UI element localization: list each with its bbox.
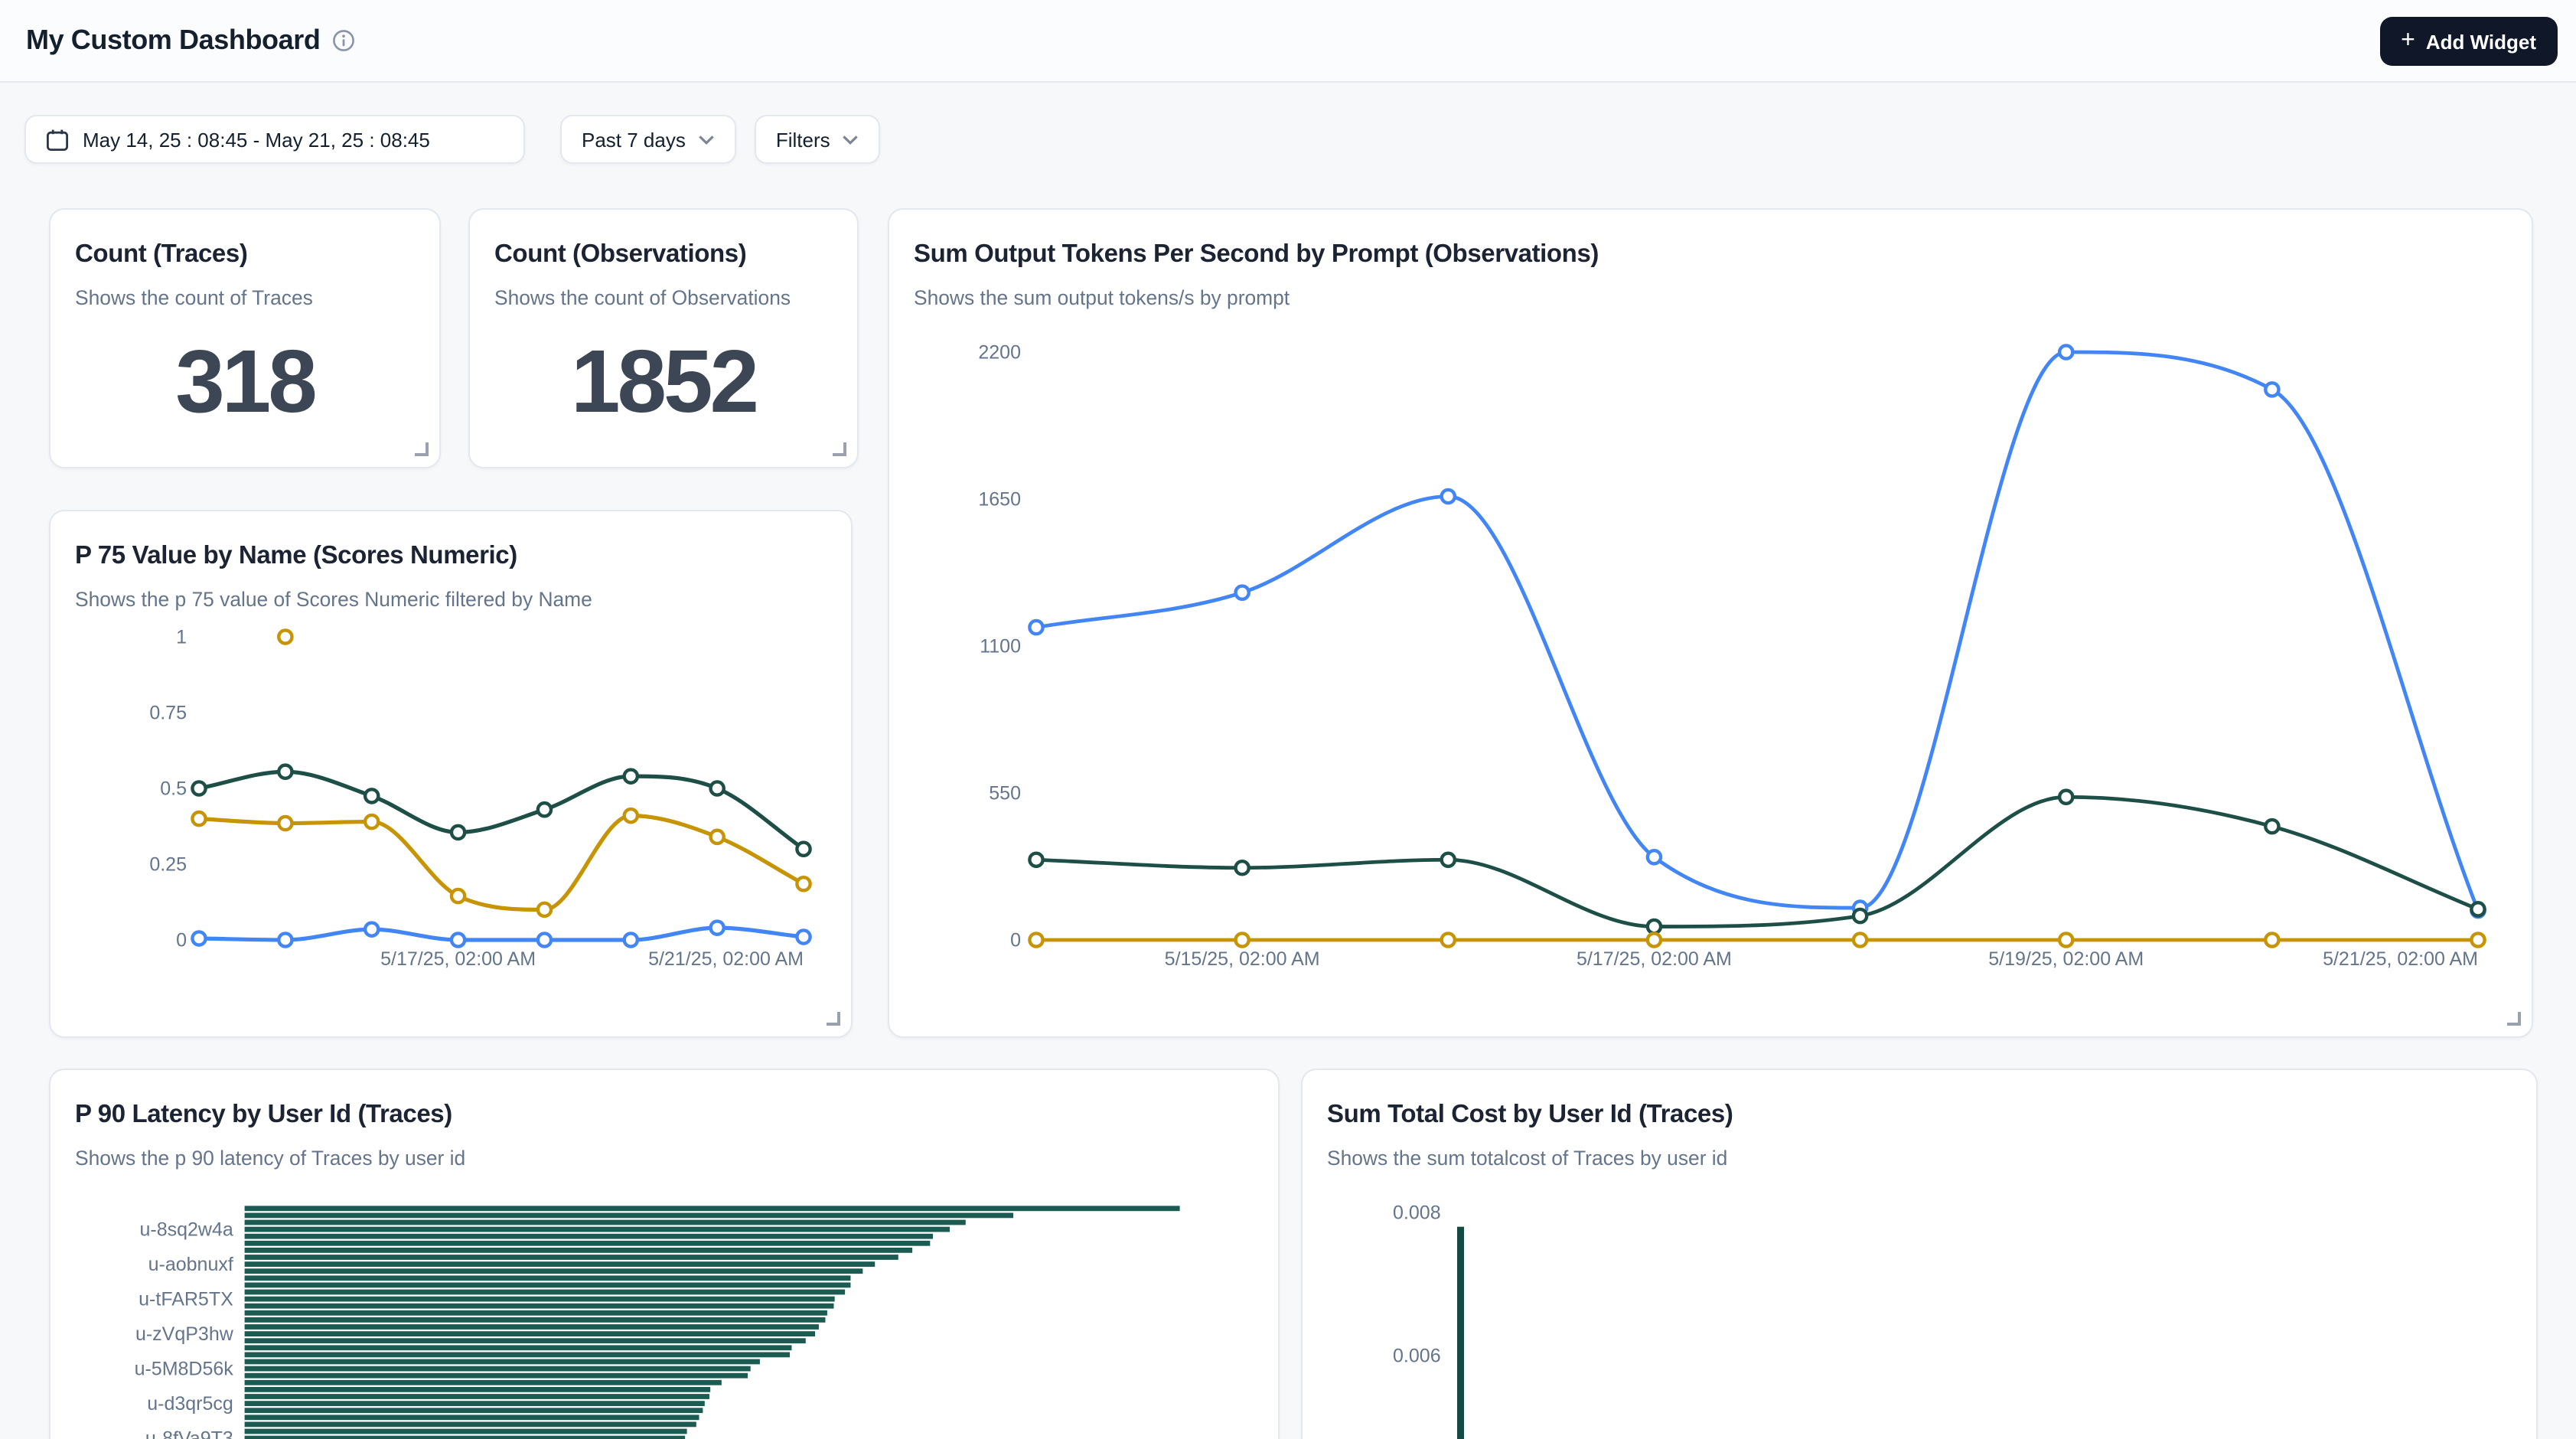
widget-subtitle: Shows the count of Traces — [75, 286, 415, 309]
page-header: My Custom Dashboard + Add Widget — [0, 0, 2576, 83]
add-widget-label: Add Widget — [2426, 30, 2536, 53]
filters-label: Filters — [776, 128, 830, 151]
time-preset-value: Past 7 days — [582, 128, 686, 151]
svg-text:u-5M8D56k: u-5M8D56k — [135, 1359, 234, 1380]
widget-count-observations: Count (Observations) Shows the count of … — [468, 208, 859, 468]
date-range-picker[interactable]: May 14, 25 : 08:45 - May 21, 25 : 08:45 — [24, 115, 525, 164]
chevron-down-icon — [698, 134, 715, 145]
dashboard-page: My Custom Dashboard + Add Widget May 14, — [0, 0, 2576, 1439]
count-observations-value: 1852 — [470, 338, 857, 427]
svg-text:2200: 2200 — [978, 342, 1021, 364]
p90-bar-chart[interactable]: u-8sq2w4a u-aobnuxf u-tFAR5TX u-zVqP3hw u-5M… — [51, 1202, 1280, 1439]
svg-text:5/15/25, 02:00 AM: 5/15/25, 02:00 AM — [1165, 948, 1320, 970]
widget-title: P 90 Latency by User Id (Traces) — [75, 1101, 1254, 1130]
widget-title: Sum Output Tokens Per Second by Prompt (… — [914, 240, 2507, 269]
cost-bar-chart[interactable]: 0.008 0.006 — [1303, 1193, 2538, 1439]
page-title: My Custom Dashboard — [26, 24, 320, 57]
resize-handle-icon[interactable] — [2507, 1012, 2521, 1026]
svg-text:u-zVqP3hw: u-zVqP3hw — [135, 1323, 234, 1345]
widget-title: Count (Traces) — [75, 240, 415, 269]
resize-handle-icon[interactable] — [833, 442, 846, 456]
svg-text:5/21/25, 02:00 AM: 5/21/25, 02:00 AM — [648, 948, 804, 970]
widget-title: Sum Total Cost by User Id (Traces) — [1327, 1101, 2512, 1130]
svg-text:0.5: 0.5 — [160, 778, 187, 800]
filters-dropdown[interactable]: Filters — [755, 115, 881, 164]
svg-text:u-8fVa9T3: u-8fVa9T3 — [145, 1428, 233, 1439]
svg-text:1650: 1650 — [978, 489, 1021, 511]
calendar-icon — [46, 128, 69, 151]
svg-text:0.75: 0.75 — [149, 703, 187, 724]
widget-subtitle: Shows the p 90 latency of Traces by user… — [75, 1147, 1254, 1170]
svg-text:u-d3qr5cg: u-d3qr5cg — [147, 1393, 233, 1415]
chevron-down-icon — [843, 134, 859, 145]
svg-text:5/17/25, 02:00 AM: 5/17/25, 02:00 AM — [380, 948, 536, 970]
plus-icon: + — [2401, 29, 2415, 54]
add-widget-button[interactable]: + Add Widget — [2379, 17, 2558, 66]
svg-text:u-tFAR5TX: u-tFAR5TX — [139, 1289, 233, 1310]
widget-total-cost: Sum Total Cost by User Id (Traces) Shows… — [1301, 1069, 2538, 1439]
widget-p75-scores: P 75 Value by Name (Scores Numeric) Show… — [49, 510, 853, 1038]
svg-text:u-8sq2w4a: u-8sq2w4a — [139, 1219, 233, 1241]
time-preset-dropdown[interactable]: Past 7 days — [560, 115, 736, 164]
svg-text:1100: 1100 — [980, 636, 1021, 658]
widget-count-traces: Count (Traces) Shows the count of Traces… — [49, 208, 441, 468]
info-icon[interactable] — [332, 29, 355, 52]
tokens-line-chart[interactable]: 0 550 1100 1650 2200 5/15/25, 02:00 AM 5/17/25… — [889, 302, 2533, 1021]
resize-handle-icon[interactable] — [827, 1012, 840, 1026]
count-traces-value: 318 — [51, 338, 439, 427]
svg-text:0: 0 — [1010, 930, 1021, 951]
svg-text:0.25: 0.25 — [149, 854, 187, 876]
widget-subtitle: Shows the count of Observations — [494, 286, 833, 309]
widget-title: Count (Observations) — [494, 240, 833, 269]
svg-text:u-aobnuxf: u-aobnuxf — [148, 1254, 233, 1275]
widget-title: P 75 Value by Name (Scores Numeric) — [75, 542, 827, 571]
widget-tokens-per-second: Sum Output Tokens Per Second by Prompt (… — [888, 208, 2533, 1038]
svg-text:0: 0 — [176, 930, 187, 951]
svg-text:550: 550 — [989, 783, 1021, 804]
svg-text:0.008: 0.008 — [1393, 1202, 1441, 1224]
svg-text:5/17/25, 02:00 AM: 5/17/25, 02:00 AM — [1577, 948, 1732, 970]
widget-subtitle: Shows the sum totalcost of Traces by use… — [1327, 1147, 2512, 1170]
svg-text:1: 1 — [176, 627, 187, 648]
resize-handle-icon[interactable] — [415, 442, 429, 456]
svg-text:5/21/25, 02:00 AM: 5/21/25, 02:00 AM — [2323, 948, 2478, 970]
svg-text:5/19/25, 02:00 AM: 5/19/25, 02:00 AM — [1988, 948, 2144, 970]
p75-line-chart[interactable]: 0 0.25 0.5 0.75 1 5/17/25, 02:00 AM 5/21/25, 0… — [51, 603, 853, 1038]
date-range-value: May 14, 25 : 08:45 - May 21, 25 : 08:45 — [83, 128, 430, 151]
widget-p90-latency: P 90 Latency by User Id (Traces) Shows t… — [49, 1069, 1280, 1439]
filter-toolbar: May 14, 25 : 08:45 - May 21, 25 : 08:45 … — [24, 115, 881, 164]
svg-text:0.006: 0.006 — [1393, 1346, 1441, 1367]
